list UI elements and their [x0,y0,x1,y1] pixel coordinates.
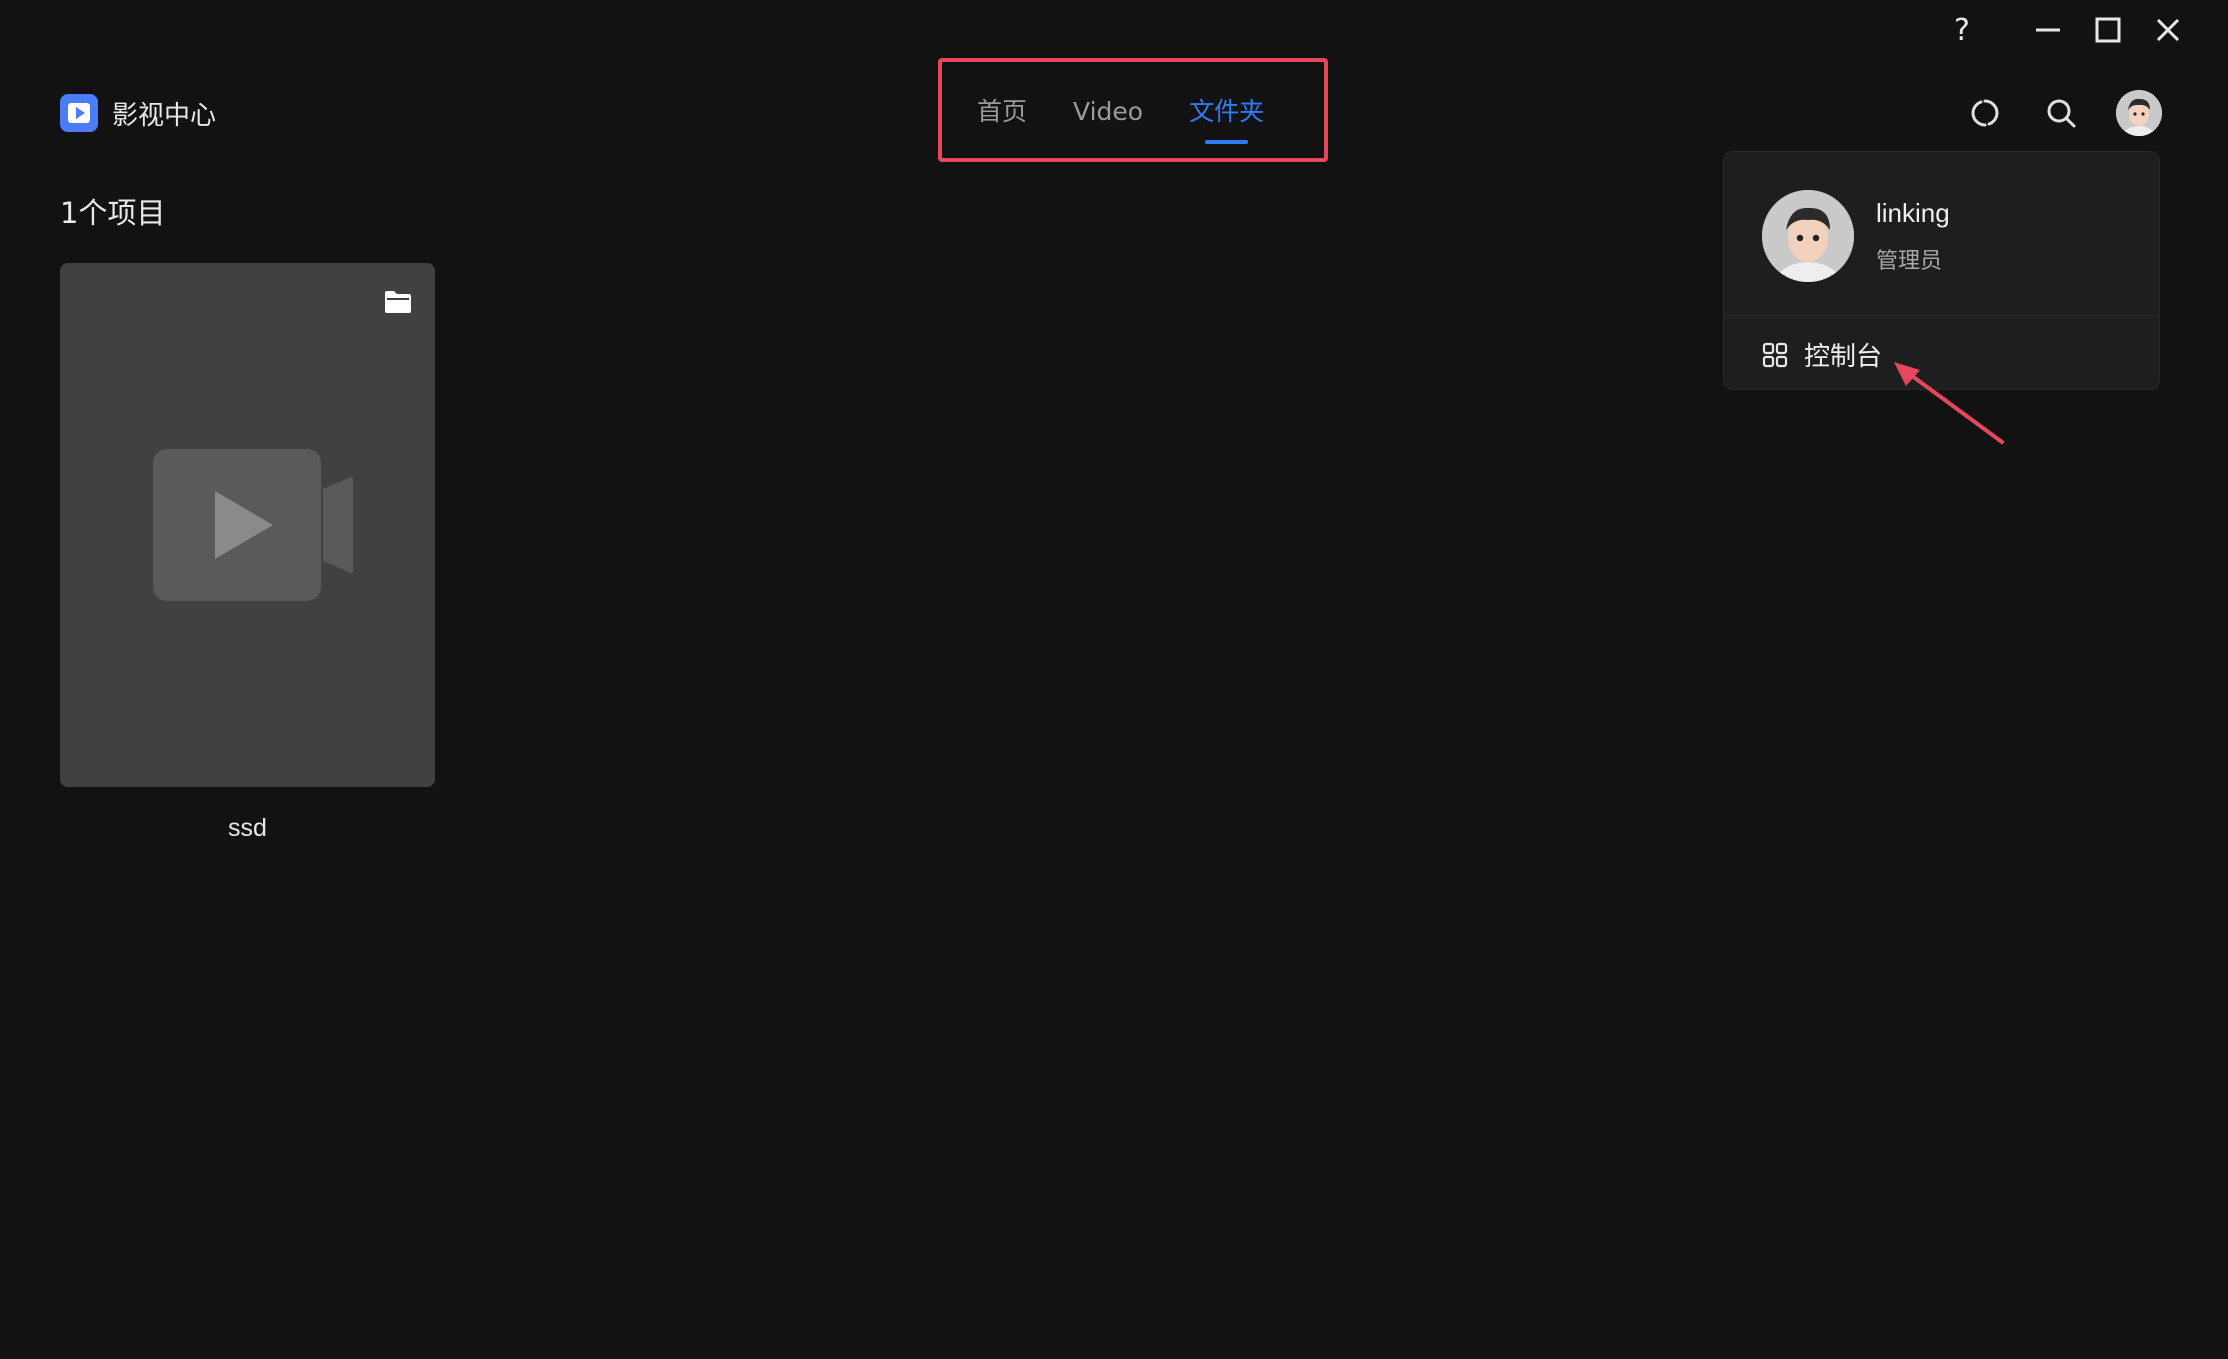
tab-home-label: 首页 [977,97,1028,126]
refresh-button[interactable] [1964,92,2006,134]
nav-tabs: 首页 Video 文件夹 [977,92,1265,144]
app-brand[interactable]: 影视中心 [60,94,216,132]
avatar[interactable] [2116,90,2162,136]
refresh-icon [1971,99,1999,127]
user-role: 管理员 [1876,248,1943,274]
search-icon [2047,99,2076,128]
maximize-button[interactable] [2078,12,2138,48]
close-icon [2156,18,2180,42]
window-controls: ? [1932,12,2198,48]
active-tab-indicator [1205,140,1249,144]
folder-name: ssd [228,814,267,842]
menu-divider [1724,315,2159,316]
help-button[interactable]: ? [1932,12,1992,48]
console-label: 控制台 [1804,342,1883,372]
tab-folder[interactable]: 文件夹 [1189,92,1265,144]
tab-video[interactable]: Video [1073,92,1143,132]
tab-folder-label: 文件夹 [1189,97,1265,126]
close-button[interactable] [2138,12,2198,48]
app-title: 影视中心 [112,100,217,131]
username: linking [1876,197,1950,228]
item-count: 1个项目 [60,196,166,230]
tab-home[interactable]: 首页 [977,92,1027,132]
maximize-icon [2095,17,2121,43]
user-avatar [1762,190,1854,282]
user-avatar-icon [1762,190,1854,282]
annotation-arrow [1894,362,2004,444]
user-avatar-icon [2116,90,2162,136]
video-camera-icon [153,449,353,601]
user-info: linking 管理员 [1762,190,1950,282]
header-actions [1964,90,2162,136]
help-icon: ? [1954,12,1970,48]
user-menu: linking 管理员 控制台 [1723,151,2160,390]
play-square-icon [60,94,98,132]
folder-card[interactable] [60,263,435,787]
app-window: ? 影视中心 首页 Video 文件夹 1个项目 ssd linking 管理员… [0,0,2228,1359]
minimize-icon [2036,28,2060,32]
search-button[interactable] [2040,92,2082,134]
folder-icon [385,291,411,313]
user-text: linking 管理员 [1876,198,1950,275]
grid-icon [1762,342,1788,367]
tab-video-label: Video [1073,97,1144,126]
minimize-button[interactable] [2018,12,2078,48]
console-menu-item[interactable]: 控制台 [1762,336,1882,373]
